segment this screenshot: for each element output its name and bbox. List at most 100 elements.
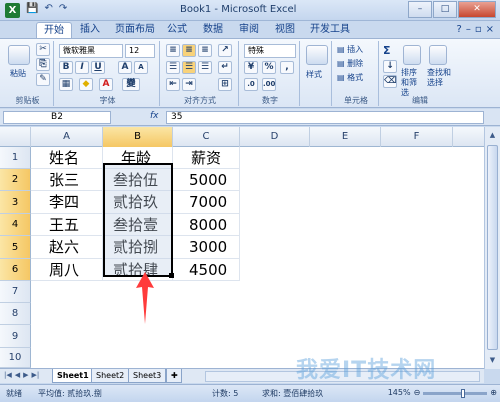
- cell-a2[interactable]: 张三: [31, 169, 103, 191]
- cell-c4[interactable]: 8000: [173, 214, 240, 236]
- copy-icon[interactable]: ⎘: [36, 58, 50, 71]
- save-icon[interactable]: 💾: [26, 3, 38, 14]
- cell-b3[interactable]: 贰拾玖: [103, 191, 173, 214]
- last-sheet-icon[interactable]: ▶|: [32, 371, 40, 379]
- format-cells-button[interactable]: ▤ 格式: [337, 72, 363, 83]
- zoom-out-icon[interactable]: ⊖: [414, 388, 421, 397]
- tab-view[interactable]: 视图: [268, 22, 302, 39]
- align-center-icon[interactable]: ☰: [182, 61, 196, 74]
- row-header-4[interactable]: 4: [0, 214, 31, 236]
- row-header-7[interactable]: 7: [0, 281, 31, 303]
- bold-button[interactable]: B: [59, 61, 73, 74]
- increase-decimal-icon[interactable]: .0: [244, 78, 258, 91]
- tab-developer[interactable]: 开发工具: [303, 22, 357, 39]
- shrink-font-button[interactable]: A: [134, 61, 148, 74]
- insert-cells-button[interactable]: ▤ 插入: [337, 44, 363, 55]
- delete-cells-button[interactable]: ▤ 删除: [337, 58, 363, 69]
- column-header-c[interactable]: C: [173, 127, 240, 147]
- find-select-button[interactable]: 查找和选择: [427, 68, 451, 88]
- cell-b5[interactable]: 贰拾捌: [103, 236, 173, 259]
- cell-c2[interactable]: 5000: [173, 169, 240, 191]
- prev-sheet-icon[interactable]: ◀: [15, 371, 20, 379]
- cell-a6[interactable]: 周八: [31, 259, 103, 281]
- row-header-8[interactable]: 8: [0, 303, 31, 325]
- cut-icon[interactable]: ✂: [36, 43, 50, 56]
- wrap-text-icon[interactable]: ↵: [218, 61, 232, 74]
- paste-icon[interactable]: [8, 45, 30, 65]
- align-middle-icon[interactable]: ≡: [182, 44, 196, 57]
- comma-button[interactable]: ,: [280, 61, 294, 74]
- row-header-1[interactable]: 1: [0, 147, 31, 169]
- row-header-3[interactable]: 3: [0, 191, 31, 214]
- align-right-icon[interactable]: ☰: [198, 61, 212, 74]
- number-format-field[interactable]: 特殊: [244, 44, 296, 58]
- autosum-button[interactable]: Σ: [383, 44, 391, 57]
- maximize-button[interactable]: □: [433, 1, 457, 18]
- find-select-icon[interactable]: [429, 45, 447, 65]
- sheet-tab-2[interactable]: Sheet2: [91, 369, 130, 383]
- insert-sheet-icon[interactable]: ✚: [166, 369, 182, 383]
- paste-button[interactable]: 粘贴: [10, 68, 26, 79]
- font-size-field[interactable]: 12: [125, 44, 155, 58]
- font-name-field[interactable]: 微软雅黑: [59, 44, 123, 58]
- vertical-scroll-thumb[interactable]: [487, 145, 498, 350]
- column-header-d[interactable]: D: [240, 127, 310, 147]
- format-painter-icon[interactable]: ✎: [36, 73, 50, 86]
- column-header-f[interactable]: F: [381, 127, 453, 147]
- formula-input[interactable]: 35: [166, 111, 484, 124]
- tab-insert[interactable]: 插入: [73, 22, 107, 39]
- cell-a5[interactable]: 赵六: [31, 236, 103, 259]
- align-bottom-icon[interactable]: ≡: [198, 44, 212, 57]
- tab-home[interactable]: 开始: [36, 22, 72, 39]
- decrease-indent-icon[interactable]: ⇤: [166, 78, 180, 91]
- sort-filter-icon[interactable]: [403, 45, 421, 65]
- tab-formulas[interactable]: 公式: [160, 22, 194, 39]
- styles-button[interactable]: 样式: [306, 69, 322, 80]
- vertical-scrollbar[interactable]: ▲ ▼: [484, 127, 500, 369]
- close-button[interactable]: ✕: [458, 1, 496, 18]
- scroll-up-icon[interactable]: ▲: [487, 130, 498, 141]
- cell-c5[interactable]: 3000: [173, 236, 240, 259]
- zoom-level[interactable]: 145%: [388, 388, 411, 397]
- cell-a4[interactable]: 王五: [31, 214, 103, 236]
- worksheet-grid[interactable]: A B C D E F 1 2 3 4 5 6 7 8 9 10 姓名 年龄 薪…: [0, 127, 484, 368]
- percent-button[interactable]: %: [262, 61, 276, 74]
- row-header-10[interactable]: 10: [0, 348, 31, 368]
- select-all-corner[interactable]: [0, 127, 31, 147]
- phonetic-button[interactable]: 變: [122, 78, 140, 91]
- orientation-icon[interactable]: ↗: [218, 44, 232, 57]
- excel-app-icon[interactable]: X: [5, 3, 20, 18]
- cell-c6[interactable]: 4500: [173, 259, 240, 281]
- cell-b1[interactable]: 年龄: [103, 147, 173, 169]
- grow-font-button[interactable]: A: [118, 61, 132, 74]
- styles-icon[interactable]: [306, 45, 328, 65]
- zoom-in-icon[interactable]: ⊕: [490, 388, 497, 397]
- cell-b2[interactable]: 叁拾伍: [103, 169, 173, 191]
- cell-c1[interactable]: 薪资: [173, 147, 240, 169]
- close-workbook-icon[interactable]: ×: [486, 24, 494, 35]
- zoom-slider[interactable]: [423, 389, 488, 398]
- sheet-tab-1[interactable]: Sheet1: [52, 369, 94, 383]
- undo-icon[interactable]: ↶: [44, 3, 52, 14]
- fill-handle[interactable]: [169, 273, 174, 278]
- row-header-2[interactable]: 2: [0, 169, 31, 191]
- zoom-slider-thumb[interactable]: [461, 389, 466, 398]
- name-box[interactable]: B2: [3, 111, 111, 124]
- row-header-9[interactable]: 9: [0, 325, 31, 348]
- first-sheet-icon[interactable]: |◀: [4, 371, 12, 379]
- ribbon-minimize-icon[interactable]: –: [466, 24, 471, 35]
- font-color-button[interactable]: A: [99, 78, 113, 91]
- redo-icon[interactable]: ↷: [59, 3, 67, 14]
- sort-filter-button[interactable]: 排序和筛选: [401, 68, 423, 98]
- underline-button[interactable]: U: [91, 61, 105, 74]
- italic-button[interactable]: I: [75, 61, 89, 74]
- merge-center-icon[interactable]: ⊞: [218, 78, 232, 91]
- align-left-icon[interactable]: ☰: [166, 61, 180, 74]
- help-icon[interactable]: ?: [457, 24, 462, 35]
- scroll-down-icon[interactable]: ▼: [487, 355, 498, 366]
- column-header-b[interactable]: B: [103, 127, 173, 147]
- restore-icon[interactable]: ▫: [475, 24, 482, 35]
- next-sheet-icon[interactable]: ▶: [23, 371, 28, 379]
- column-header-a[interactable]: A: [31, 127, 103, 147]
- border-icon[interactable]: ▦: [59, 78, 73, 91]
